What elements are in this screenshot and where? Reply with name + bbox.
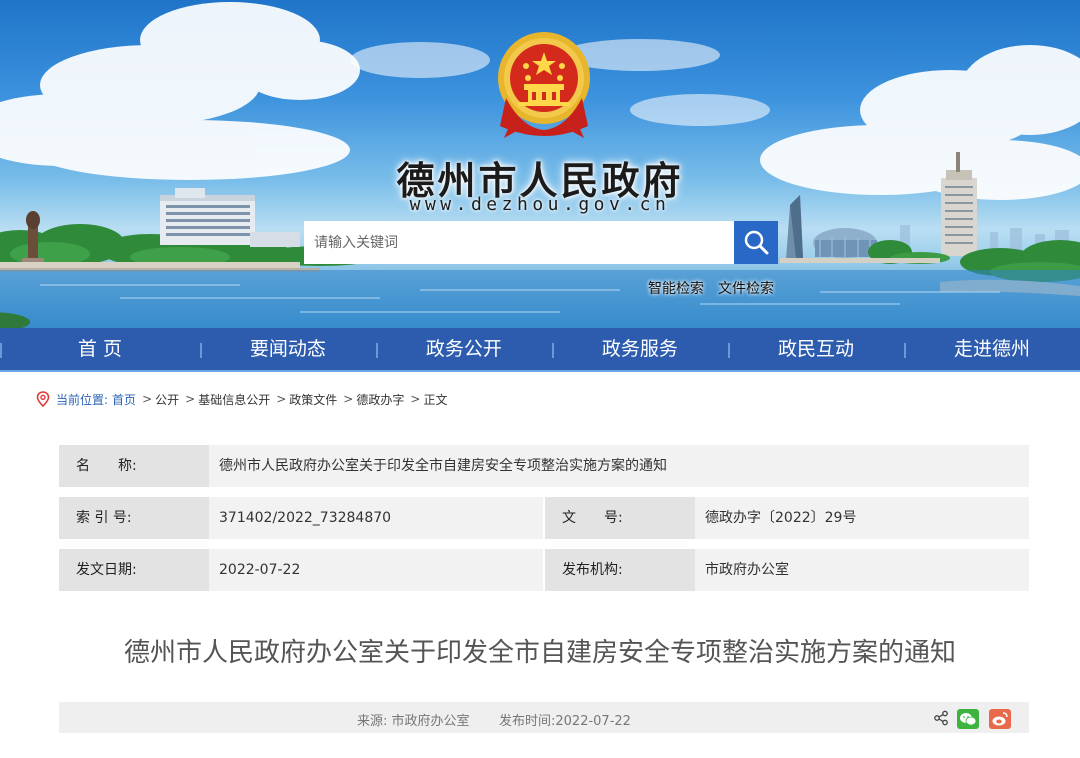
file-search-link[interactable]: 文件检索 <box>718 278 774 298</box>
article-meta-bar: 来源: 市政府办公室 发布时间:2022-07-22 <box>59 702 1029 733</box>
breadcrumb-separator: > <box>410 392 421 406</box>
breadcrumb-separator: > <box>185 392 196 406</box>
breadcrumb-dezhengbanzi[interactable]: 德政办字 <box>356 391 404 408</box>
nav-item-gov-affairs-open[interactable]: 政务公开 <box>375 328 552 370</box>
breadcrumb-policy-docs[interactable]: 政策文件 <box>289 391 337 408</box>
breadcrumb-separator: > <box>276 392 287 406</box>
index-value: 371402/2022_73284870 <box>209 497 543 539</box>
index-label: 索 引 号: <box>59 497 209 539</box>
article-source: 来源: 市政府办公室 <box>357 714 470 729</box>
info-row-name: 名 称: 德州市人民政府办公室关于印发全市自建房安全专项整治实施方案的通知 <box>59 445 1029 487</box>
location-pin-icon <box>36 391 50 407</box>
docno-label: 文 号: <box>545 497 695 539</box>
docno-value: 德政办字〔2022〕29号 <box>695 497 1029 539</box>
site-url: www.dezhou.gov.cn <box>409 194 671 215</box>
breadcrumb-basic-info[interactable]: 基础信息公开 <box>198 391 270 408</box>
info-row-date: 发文日期: 2022-07-22 发布机构: 市政府办公室 <box>59 549 1029 591</box>
nav-item-interaction[interactable]: 政民互动 <box>727 328 904 370</box>
search-button[interactable] <box>734 221 778 264</box>
article-publish-time: 发布时间:2022-07-22 <box>499 714 631 729</box>
main-nav: 首 页 要闻动态 政务公开 政务服务 政民互动 走进德州 <box>0 328 1080 372</box>
nav-item-gov-services[interactable]: 政务服务 <box>551 328 728 370</box>
info-row-index: 索 引 号: 371402/2022_73284870 文 号: 德政办字〔20… <box>59 497 1029 539</box>
national-emblem-icon <box>498 32 590 138</box>
date-value: 2022-07-22 <box>209 549 543 591</box>
nav-item-home[interactable]: 首 页 <box>0 328 200 370</box>
breadcrumb-home[interactable]: 首页 <box>112 391 136 408</box>
wechat-icon[interactable] <box>957 709 979 729</box>
breadcrumb-separator: > <box>343 392 354 406</box>
header-banner: 德州市人民政府 www.dezhou.gov.cn 智能检索 文件检索 <box>0 0 1080 328</box>
name-label: 名 称: <box>59 445 209 487</box>
breadcrumb-separator: > <box>142 392 153 406</box>
breadcrumb: 当前位置: 首页 > 公开 > 基础信息公开 > 政策文件 > 德政办字 > 正… <box>36 390 447 408</box>
weibo-icon[interactable] <box>989 709 1011 729</box>
date-label: 发文日期: <box>59 549 209 591</box>
search-input[interactable] <box>304 221 734 264</box>
org-value: 市政府办公室 <box>695 549 1029 591</box>
search-icon <box>744 230 769 255</box>
breadcrumb-public[interactable]: 公开 <box>155 391 179 408</box>
article-title: 德州市人民政府办公室关于印发全市自建房安全专项整治实施方案的通知 <box>123 638 956 668</box>
name-value: 德州市人民政府办公室关于印发全市自建房安全专项整治实施方案的通知 <box>209 445 1029 487</box>
nav-item-about-dezhou[interactable]: 走进德州 <box>903 328 1080 370</box>
nav-item-news[interactable]: 要闻动态 <box>199 328 376 370</box>
breadcrumb-label: 当前位置: <box>56 392 109 407</box>
org-label: 发布机构: <box>545 549 695 591</box>
share-icon <box>934 710 948 726</box>
page: 德州市人民政府 www.dezhou.gov.cn 智能检索 文件检索 首 页 … <box>0 0 1080 758</box>
breadcrumb-current: 正文 <box>423 392 448 407</box>
smart-search-link[interactable]: 智能检索 <box>648 278 704 298</box>
